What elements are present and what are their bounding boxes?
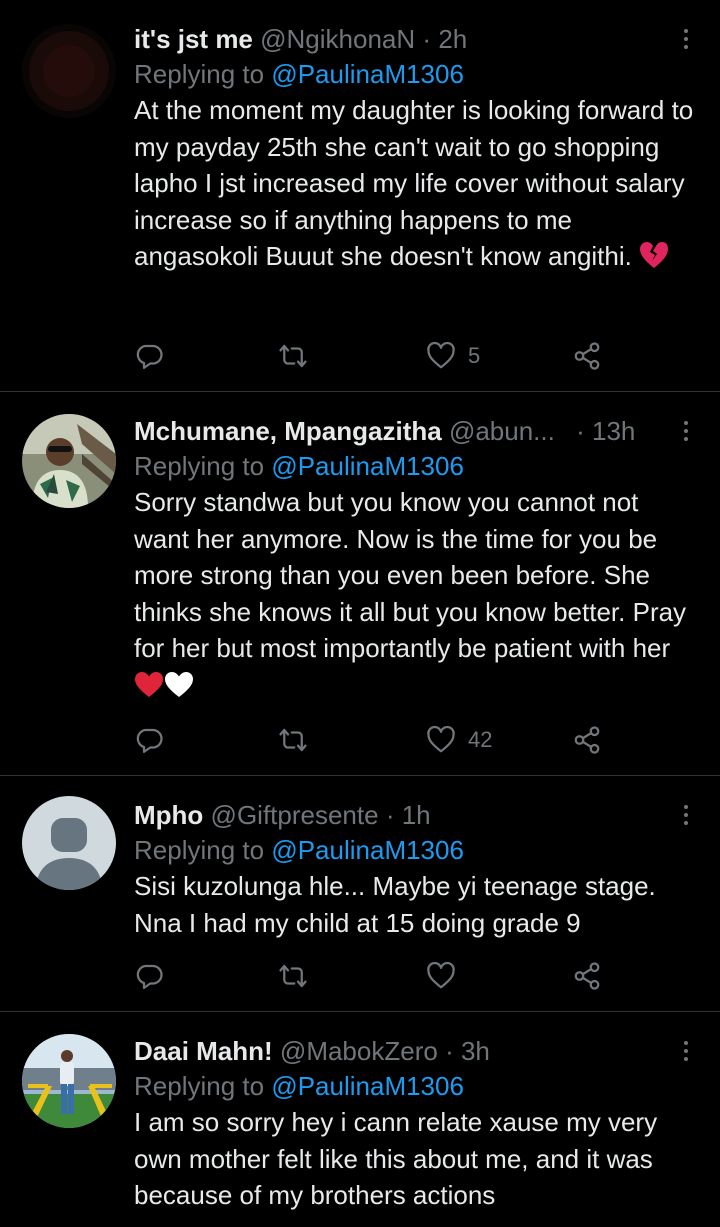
tweet[interactable]: Mchumane, Mpangazitha @abun... · 13h Rep… xyxy=(0,392,720,776)
like-button[interactable]: 42 xyxy=(426,720,492,760)
replying-to: Replying to @PaulinaM1306 xyxy=(134,448,696,484)
replying-to-mention[interactable]: @PaulinaM1306 xyxy=(271,1071,464,1101)
share-button[interactable] xyxy=(572,956,602,996)
avatar[interactable] xyxy=(22,796,116,890)
heart-icon xyxy=(427,341,455,369)
replying-to: Replying to @PaulinaM1306 xyxy=(134,832,696,868)
like-button[interactable] xyxy=(426,956,456,996)
replying-to-mention[interactable]: @PaulinaM1306 xyxy=(271,835,464,865)
avatar[interactable] xyxy=(22,414,116,508)
author-name[interactable]: Mchumane, Mpangazitha xyxy=(134,416,442,446)
separator-dot: · xyxy=(422,24,432,54)
tweet-text: At the moment my daughter is looking for… xyxy=(134,92,696,279)
more-icon[interactable] xyxy=(676,24,696,54)
avatar[interactable] xyxy=(22,24,116,118)
replying-prefix: Replying to xyxy=(134,451,272,481)
retweet-button[interactable] xyxy=(278,720,308,760)
share-button[interactable] xyxy=(572,336,602,376)
timestamp[interactable]: 2h xyxy=(438,24,467,54)
reply-button[interactable] xyxy=(134,336,164,376)
tweet-text-content: Sorry standwa but you know you cannot no… xyxy=(134,487,687,664)
author-name[interactable]: Daai Mahn! xyxy=(134,1036,273,1066)
replying-to: Replying to @PaulinaM1306 xyxy=(134,1068,696,1104)
replying-to: Replying to @PaulinaM1306 xyxy=(134,56,696,92)
author-name[interactable]: Mpho xyxy=(134,800,203,830)
retweet-icon xyxy=(279,344,307,368)
reply-button[interactable] xyxy=(134,720,164,760)
author-handle[interactable]: @MabokZero xyxy=(280,1036,438,1066)
replying-prefix: Replying to xyxy=(134,835,272,865)
replying-prefix: Replying to xyxy=(134,59,272,89)
more-icon[interactable] xyxy=(676,416,696,446)
retweet-icon xyxy=(279,964,307,988)
heart-icon xyxy=(427,725,455,753)
avatar[interactable] xyxy=(22,1034,116,1128)
author-handle[interactable]: @abun... xyxy=(449,416,555,446)
like-count: 5 xyxy=(468,343,481,368)
share-icon xyxy=(574,342,600,370)
tweet-text: Sisi kuzolunga hle... Maybe yi teenage s… xyxy=(134,871,656,938)
tweet[interactable]: it's jst me @NgikhonaN · 2h Replying to … xyxy=(0,0,720,392)
share-icon xyxy=(574,726,600,754)
like-button[interactable]: 5 xyxy=(426,336,480,376)
heart-icon xyxy=(427,961,455,989)
reply-icon xyxy=(136,344,163,369)
more-icon[interactable] xyxy=(676,1036,696,1066)
reply-button[interactable] xyxy=(134,956,164,996)
separator-dot: · xyxy=(445,1036,454,1066)
timestamp[interactable]: 3h xyxy=(461,1036,490,1066)
share-icon xyxy=(574,962,600,990)
author-name[interactable]: it's jst me xyxy=(134,24,253,54)
author-handle[interactable]: @Giftpresente xyxy=(211,800,379,830)
replying-prefix: Replying to xyxy=(134,1071,272,1101)
retweet-icon xyxy=(279,728,307,752)
tweet[interactable]: Daai Mahn! @MabokZero · 3h Replying to @… xyxy=(0,1012,720,1227)
tweet-text: Sorry standwa but you know you cannot no… xyxy=(134,484,696,708)
red-heart-emoji xyxy=(134,671,164,708)
separator-dot: · xyxy=(385,800,395,830)
timestamp[interactable]: 13h xyxy=(592,416,635,446)
like-count: 42 xyxy=(468,727,493,752)
reply-icon xyxy=(136,964,163,989)
tweet-text-content: At the moment my daughter is looking for… xyxy=(134,95,694,272)
share-button[interactable] xyxy=(572,720,602,760)
retweet-button[interactable] xyxy=(278,956,308,996)
separator-dot: · xyxy=(576,416,585,446)
tweet-text: I am so sorry hey i cann relate xause my… xyxy=(134,1107,658,1211)
broken-heart-emoji xyxy=(639,241,669,279)
white-heart-emoji xyxy=(164,671,194,708)
timestamp[interactable]: 1h xyxy=(402,800,431,830)
replying-to-mention[interactable]: @PaulinaM1306 xyxy=(271,59,464,89)
more-icon[interactable] xyxy=(676,800,696,830)
author-handle[interactable]: @NgikhonaN xyxy=(260,24,415,54)
retweet-button[interactable] xyxy=(278,336,308,376)
replying-to-mention[interactable]: @PaulinaM1306 xyxy=(271,451,464,481)
reply-icon xyxy=(136,728,163,753)
tweet[interactable]: Mpho @Giftpresente · 1h Replying to @Pau… xyxy=(0,776,720,1012)
